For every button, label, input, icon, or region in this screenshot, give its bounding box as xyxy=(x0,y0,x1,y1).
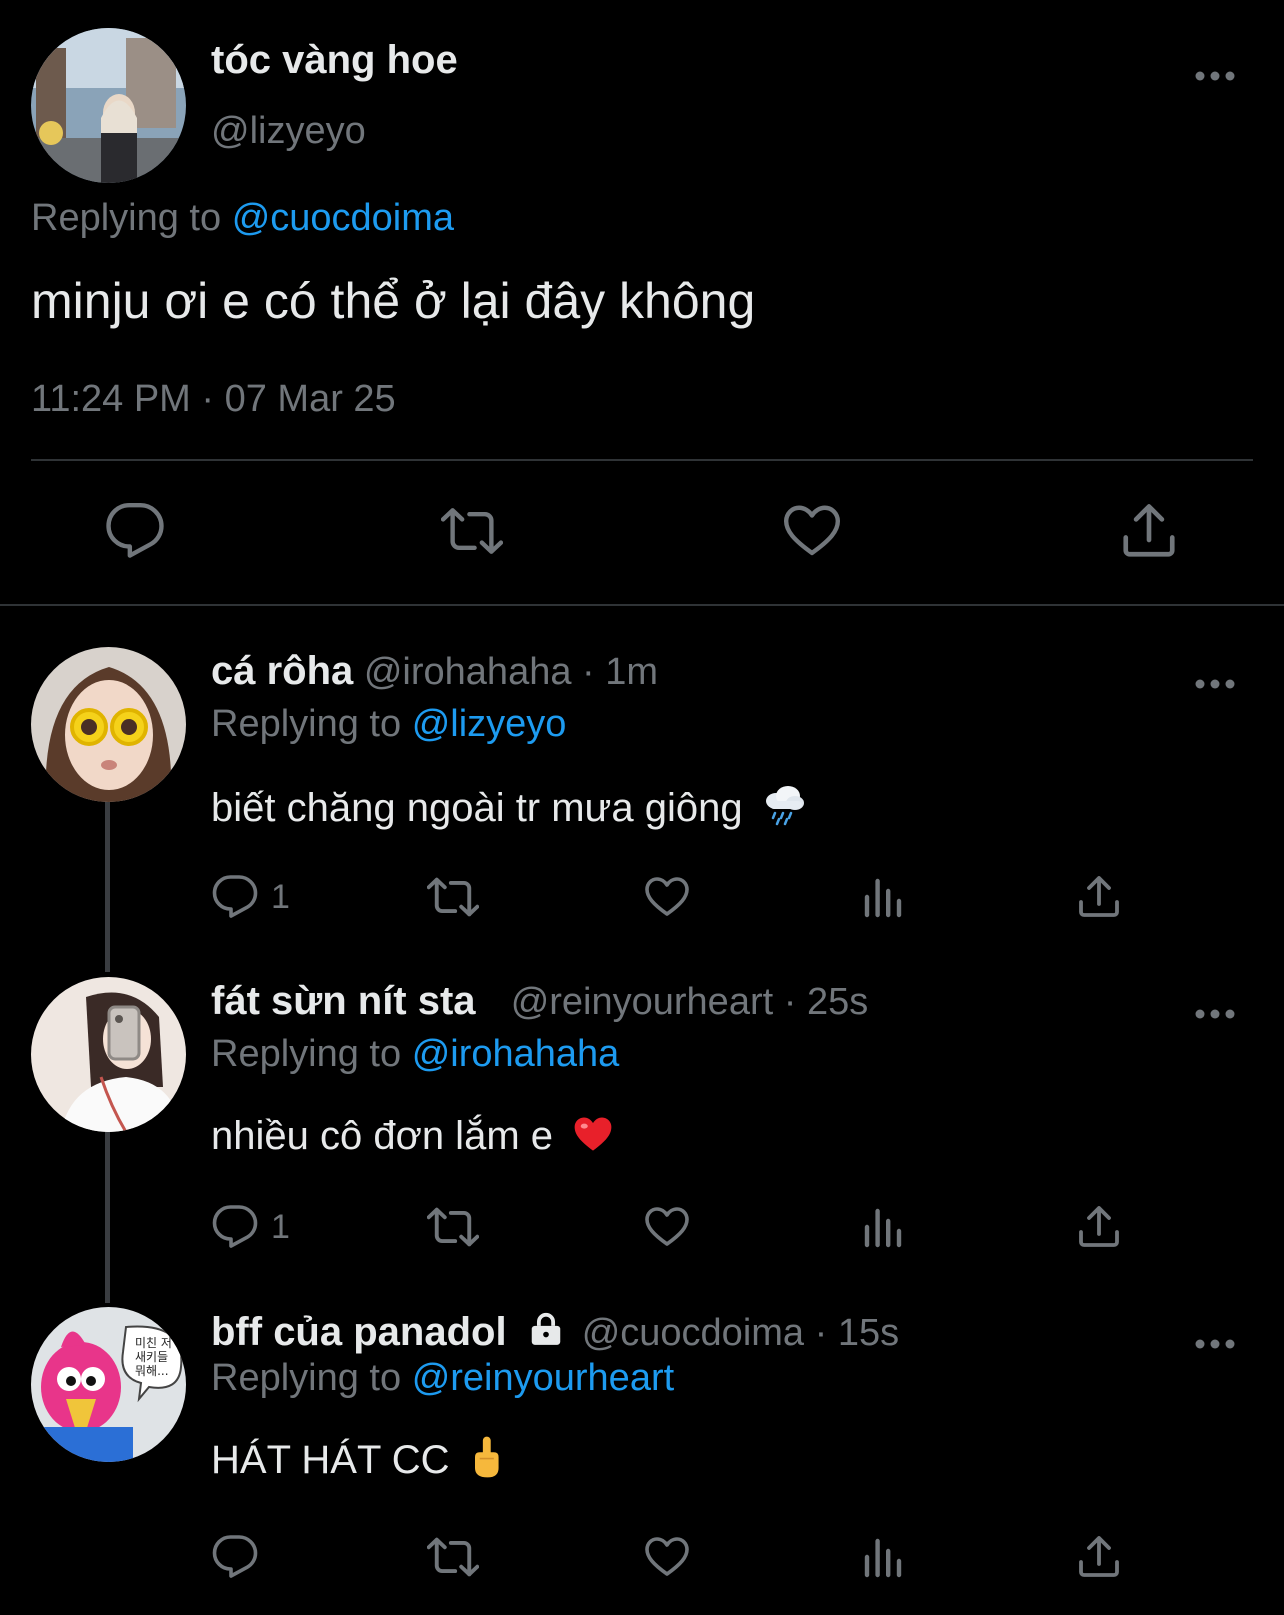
views-chart-icon[interactable] xyxy=(859,873,907,921)
replying-to: Replying to @lizyeyo xyxy=(211,703,566,746)
tweet-text-row: nhiều cô đơn lắm e xyxy=(211,1113,614,1159)
reply-tweet[interactable]: cá rôha @irohahaha · 1m Replying to @liz… xyxy=(0,647,1284,977)
rain-cloud-emoji xyxy=(765,786,804,826)
display-name[interactable]: bff của panadol xyxy=(211,1310,507,1354)
lock-icon xyxy=(531,1312,561,1345)
red-heart-emoji xyxy=(574,1117,612,1151)
reply-count: 1 xyxy=(271,1207,290,1246)
tweet-timestamp[interactable]: 11:24 PM · 07 Mar 25 xyxy=(31,378,396,421)
replying-to: Replying to @cuocdoima xyxy=(31,197,454,240)
reply-count: 1 xyxy=(271,877,290,916)
views-button[interactable] xyxy=(859,1201,907,1253)
tweet-text: minju ơi e có thể ở lại đây không xyxy=(31,273,756,329)
reply-icon[interactable] xyxy=(211,1203,259,1251)
like-icon[interactable] xyxy=(643,1203,691,1251)
display-name[interactable]: cá rôha xyxy=(211,649,353,693)
like-icon[interactable] xyxy=(781,500,843,562)
retweet-button[interactable] xyxy=(427,871,479,923)
replying-to-label: Replying to xyxy=(211,1357,402,1399)
handle[interactable]: @reinyourheart xyxy=(511,981,773,1023)
divider xyxy=(31,459,1253,461)
retweet-button[interactable] xyxy=(427,1531,479,1583)
display-name[interactable]: tóc vàng hoe xyxy=(211,38,458,83)
reply-tweet[interactable]: fát sừn nít sta @reinyourheart · 25s Rep… xyxy=(0,977,1284,1307)
tweet-thread-page: tóc vàng hoe @lizyeyo Replying to @cuocd… xyxy=(0,0,1284,1615)
more-options-icon[interactable] xyxy=(1193,1004,1237,1024)
tweet-text: HÁT HÁT CC xyxy=(211,1438,450,1482)
like-button[interactable] xyxy=(643,1531,691,1583)
reply-header: fát sừn nít sta @reinyourheart · 25s xyxy=(211,979,868,1024)
share-button[interactable] xyxy=(1075,1531,1123,1583)
relative-time[interactable]: · 15s xyxy=(815,1312,899,1354)
tweet-text-row: HÁT HÁT CC xyxy=(211,1435,503,1483)
like-icon[interactable] xyxy=(643,873,691,921)
handle[interactable]: @lizyeyo xyxy=(211,110,366,153)
avatar-reinyourheart[interactable] xyxy=(31,977,186,1132)
avatar-cuocdoima[interactable]: 미친 저 새키들 뭐해... xyxy=(31,1307,186,1462)
share-icon[interactable] xyxy=(1075,873,1123,921)
retweet-icon[interactable] xyxy=(441,500,503,562)
reply-button[interactable]: 1 xyxy=(211,871,290,923)
display-name[interactable]: fát sừn nít sta xyxy=(211,979,476,1023)
relative-time[interactable]: · 25s xyxy=(784,981,868,1023)
reply-button[interactable] xyxy=(211,1531,271,1583)
share-button[interactable] xyxy=(1075,871,1123,923)
main-tweet[interactable]: tóc vàng hoe @lizyeyo Replying to @cuocd… xyxy=(0,0,1284,606)
like-button[interactable] xyxy=(643,1201,691,1253)
divider xyxy=(0,604,1284,606)
mention-link[interactable]: @irohahaha xyxy=(412,1033,620,1075)
tweet-text: nhiều cô đơn lắm e xyxy=(211,1114,553,1158)
handle[interactable]: @irohahaha xyxy=(364,651,572,693)
reply-tweet[interactable]: 미친 저 새키들 뭐해... bff của panadol @cuocdoim… xyxy=(0,1307,1284,1615)
avatar-bubble-line: 미친 저 xyxy=(135,1336,172,1350)
views-button[interactable] xyxy=(859,871,907,923)
avatar-lizyeyo[interactable] xyxy=(31,28,186,183)
more-options-icon[interactable] xyxy=(1193,66,1237,86)
relative-time[interactable]: · 1m xyxy=(582,651,658,693)
replying-to: Replying to @irohahaha xyxy=(211,1033,619,1076)
reply-button[interactable]: 1 xyxy=(211,1201,290,1253)
more-options-icon[interactable] xyxy=(1193,1334,1237,1354)
share-icon[interactable] xyxy=(1118,500,1180,562)
reply-header: cá rôha @irohahaha · 1m xyxy=(211,649,658,694)
reply-icon[interactable] xyxy=(211,873,259,921)
replying-to-label: Replying to xyxy=(211,703,402,745)
more-options-icon[interactable] xyxy=(1193,674,1237,694)
avatar-irohahaha[interactable] xyxy=(31,647,186,802)
mention-link[interactable]: @lizyeyo xyxy=(412,703,567,745)
mention-link[interactable]: @reinyourheart xyxy=(412,1357,674,1399)
mention-link[interactable]: @cuocdoima xyxy=(232,197,454,239)
middle-finger-emoji xyxy=(474,1436,499,1478)
views-button[interactable] xyxy=(859,1531,907,1583)
handle[interactable]: @cuocdoima xyxy=(582,1312,804,1354)
tweet-text-row: biết chăng ngoài tr mưa giông xyxy=(211,783,806,831)
replying-to-label: Replying to xyxy=(31,197,222,239)
share-icon[interactable] xyxy=(1075,1533,1123,1581)
share-button[interactable] xyxy=(1075,1201,1123,1253)
views-chart-icon[interactable] xyxy=(859,1203,907,1251)
reply-icon[interactable] xyxy=(211,1533,259,1581)
reply-header: bff của panadol @cuocdoima · 15s xyxy=(211,1309,899,1355)
retweet-icon[interactable] xyxy=(427,1531,479,1583)
views-chart-icon[interactable] xyxy=(859,1533,907,1581)
replying-to: Replying to @reinyourheart xyxy=(211,1357,674,1400)
retweet-button[interactable] xyxy=(427,1201,479,1253)
retweet-icon[interactable] xyxy=(427,871,479,923)
tweet-text: biết chăng ngoài tr mưa giông xyxy=(211,786,743,830)
replying-to-label: Replying to xyxy=(211,1033,402,1075)
retweet-icon[interactable] xyxy=(427,1201,479,1253)
like-button[interactable] xyxy=(643,871,691,923)
like-icon[interactable] xyxy=(643,1533,691,1581)
reply-icon[interactable] xyxy=(104,500,166,562)
avatar-bubble-line: 뭐해... xyxy=(135,1364,169,1378)
avatar-bubble-line: 새키들 xyxy=(135,1350,168,1364)
share-icon[interactable] xyxy=(1075,1203,1123,1251)
